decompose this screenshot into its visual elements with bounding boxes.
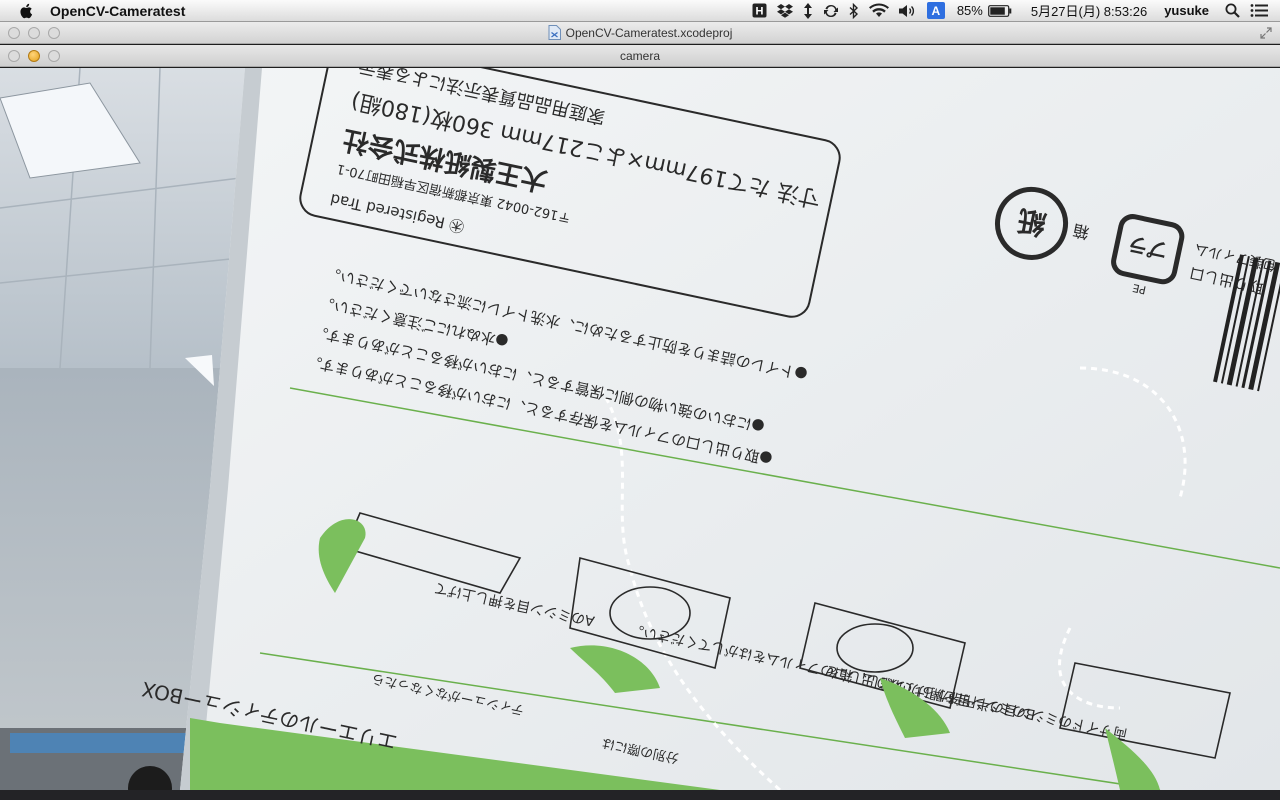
svg-text:H: H	[755, 6, 763, 18]
input-source-icon[interactable]: A	[926, 0, 945, 22]
close-button[interactable]	[8, 27, 20, 39]
updown-icon[interactable]	[803, 0, 813, 22]
list-icon[interactable]	[1250, 0, 1268, 22]
camera-zoom-button[interactable]	[48, 50, 60, 62]
volume-icon[interactable]	[898, 0, 917, 22]
window-controls	[8, 27, 60, 39]
sync-icon[interactable]	[823, 0, 839, 22]
wifi-icon[interactable]	[868, 0, 889, 22]
bluetooth-icon[interactable]	[849, 0, 859, 22]
fullscreen-icon[interactable]	[1260, 27, 1272, 39]
xcodeproj-file-icon	[548, 25, 561, 40]
project-window-title: OpenCV-Cameratest.xcodeproj	[548, 25, 733, 40]
datetime[interactable]: 5月27日(月) 8:53:26	[1031, 1, 1147, 20]
apple-icon[interactable]	[18, 2, 36, 20]
camera-close-button[interactable]	[8, 50, 20, 62]
battery-icon[interactable]	[987, 0, 1012, 22]
app-name[interactable]: OpenCV-Cameratest	[50, 3, 185, 19]
camera-feed: ㊍ Registered Trad 〒162-0042 東京都新宿区早稲田町70…	[0, 68, 1280, 790]
project-window-titlebar[interactable]: OpenCV-Cameratest.xcodeproj	[0, 22, 1280, 44]
bottom-strip	[0, 790, 1280, 800]
menu-bar: OpenCV-Cameratest H A 85% 5月27日(月) 8:53:…	[0, 0, 1280, 22]
camera-image: ㊍ Registered Trad 〒162-0042 東京都新宿区早稲田町70…	[0, 68, 1280, 790]
camera-window-title: camera	[619, 48, 660, 63]
camera-minimize-button[interactable]	[28, 50, 40, 62]
camera-window-controls	[8, 50, 60, 62]
camera-window-titlebar[interactable]: camera	[0, 45, 1280, 67]
shelf-items	[10, 733, 210, 753]
status-menus: H A 85% 5月27日(月) 8:53:26 yusuke	[747, 0, 1280, 22]
h-icon[interactable]: H	[752, 0, 767, 22]
spotlight-icon[interactable]	[1225, 0, 1240, 22]
user-name[interactable]: yusuke	[1164, 3, 1209, 18]
zoom-button[interactable]	[48, 27, 60, 39]
project-title-text: OpenCV-Cameratest.xcodeproj	[565, 25, 733, 40]
minimize-button[interactable]	[28, 27, 40, 39]
dropbox-icon[interactable]	[776, 0, 793, 22]
pe-text: PE	[1131, 281, 1147, 297]
battery-percent[interactable]: 85%	[957, 3, 983, 18]
